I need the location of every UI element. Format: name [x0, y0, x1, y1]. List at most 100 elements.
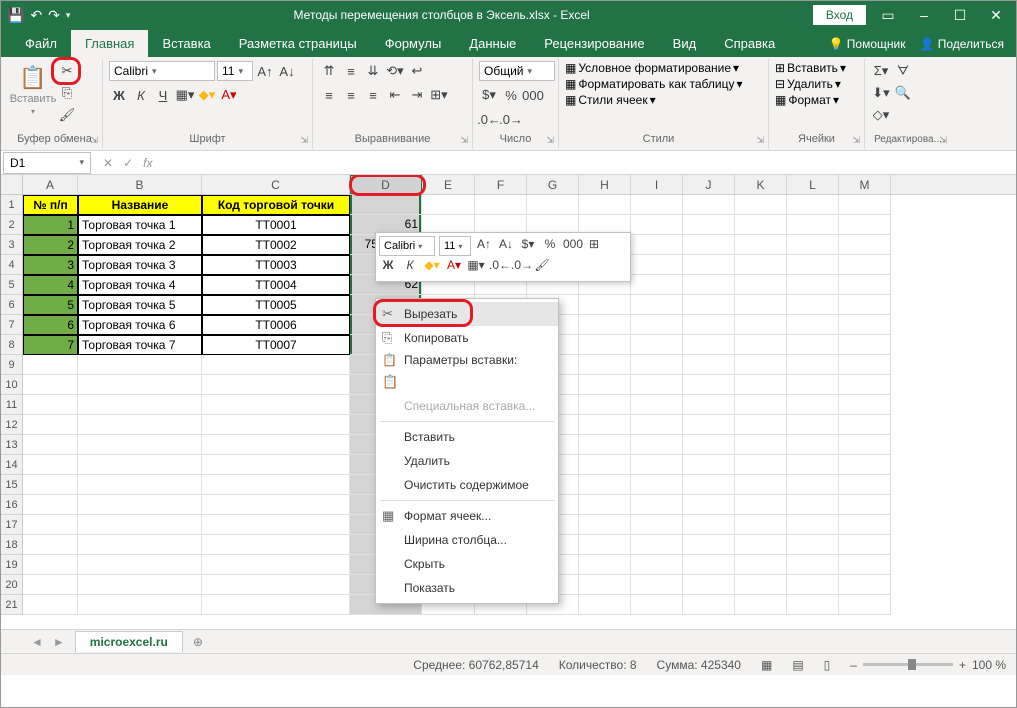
cell[interactable]: 3: [23, 255, 78, 275]
cell[interactable]: [683, 335, 735, 355]
cell[interactable]: [631, 215, 683, 235]
format-as-table-button[interactable]: ▦ Форматировать как таблицу ▾: [565, 77, 743, 91]
cell[interactable]: [23, 375, 78, 395]
delete-cells-button[interactable]: ⊟ Удалить ▾: [775, 77, 841, 91]
cell[interactable]: [839, 335, 891, 355]
mini-percent-icon[interactable]: %: [541, 237, 559, 255]
cell[interactable]: [787, 575, 839, 595]
cell[interactable]: Торговая точка 5: [78, 295, 202, 315]
cell[interactable]: [683, 195, 735, 215]
autosum-icon[interactable]: Σ▾: [871, 61, 891, 81]
cell[interactable]: [78, 515, 202, 535]
row-header[interactable]: 8: [1, 335, 23, 355]
cell[interactable]: [579, 295, 631, 315]
cell[interactable]: [631, 575, 683, 595]
tab-formulas[interactable]: Формулы: [371, 30, 456, 57]
cell[interactable]: [78, 415, 202, 435]
column-header-M[interactable]: M: [839, 175, 891, 194]
cell[interactable]: [23, 455, 78, 475]
cell[interactable]: [839, 575, 891, 595]
cell[interactable]: [202, 475, 350, 495]
cell[interactable]: [78, 455, 202, 475]
cell[interactable]: ТТ0004: [202, 275, 350, 295]
cell[interactable]: Торговая точка 2: [78, 235, 202, 255]
column-header-L[interactable]: L: [787, 175, 839, 194]
column-header-F[interactable]: F: [475, 175, 527, 194]
cell[interactable]: [787, 535, 839, 555]
ctx-clear[interactable]: Очистить содержимое: [376, 473, 558, 497]
cell[interactable]: [683, 455, 735, 475]
orientation-icon[interactable]: ⟲▾: [385, 61, 405, 81]
enter-formula-icon[interactable]: ✓: [123, 156, 133, 170]
wrap-text-icon[interactable]: ↩: [407, 61, 427, 81]
row-header[interactable]: 21: [1, 595, 23, 615]
column-header-G[interactable]: G: [527, 175, 579, 194]
cell[interactable]: [787, 415, 839, 435]
column-header-H[interactable]: H: [579, 175, 631, 194]
cell[interactable]: [23, 575, 78, 595]
cell[interactable]: [23, 595, 78, 615]
row-header[interactable]: 3: [1, 235, 23, 255]
clear-icon[interactable]: ◇▾: [871, 105, 891, 125]
mini-format-painter-icon[interactable]: 🖌: [533, 258, 551, 276]
cell[interactable]: [787, 315, 839, 335]
fill-icon[interactable]: ⬇▾: [871, 83, 891, 103]
view-normal-icon[interactable]: ▦: [761, 658, 772, 672]
cell[interactable]: [23, 515, 78, 535]
mini-decrease-font-icon[interactable]: A↓: [497, 237, 515, 255]
cell[interactable]: [683, 575, 735, 595]
cell[interactable]: [839, 535, 891, 555]
cell[interactable]: ТТ0007: [202, 335, 350, 355]
cell[interactable]: [631, 535, 683, 555]
cell[interactable]: 6: [23, 315, 78, 335]
cell[interactable]: [683, 515, 735, 535]
cell[interactable]: [839, 355, 891, 375]
ctx-show[interactable]: Показать: [376, 576, 558, 600]
cell[interactable]: [735, 355, 787, 375]
cell[interactable]: 1: [23, 215, 78, 235]
cell[interactable]: [23, 395, 78, 415]
row-header[interactable]: 16: [1, 495, 23, 515]
cell[interactable]: [579, 315, 631, 335]
cell[interactable]: [787, 435, 839, 455]
zoom-slider[interactable]: [863, 663, 953, 666]
ctx-column-width[interactable]: Ширина столбца...: [376, 528, 558, 552]
cell[interactable]: [579, 455, 631, 475]
maximize-icon[interactable]: ☐: [946, 7, 974, 24]
row-header[interactable]: 1: [1, 195, 23, 215]
cell[interactable]: [735, 535, 787, 555]
conditional-formatting-button[interactable]: ▦ Условное форматирование ▾: [565, 61, 739, 75]
cell[interactable]: [735, 575, 787, 595]
cell[interactable]: № п/п: [23, 195, 78, 215]
cell[interactable]: [683, 435, 735, 455]
bold-button[interactable]: Ж: [109, 85, 129, 105]
cell[interactable]: Торговая точка 1: [78, 215, 202, 235]
increase-decimal-icon[interactable]: .0←: [479, 109, 499, 129]
cell[interactable]: [839, 415, 891, 435]
align-left-icon[interactable]: ≡: [319, 85, 339, 105]
insert-cells-button[interactable]: ⊞ Вставить ▾: [775, 61, 846, 75]
cell[interactable]: [579, 195, 631, 215]
cell[interactable]: [23, 415, 78, 435]
merge-icon[interactable]: ⊞▾: [429, 85, 449, 105]
row-header[interactable]: 6: [1, 295, 23, 315]
cell[interactable]: [787, 595, 839, 615]
cell[interactable]: [78, 375, 202, 395]
ctx-insert[interactable]: Вставить: [376, 425, 558, 449]
sheet-nav-next-icon[interactable]: ►: [53, 635, 65, 649]
cell[interactable]: Код торговой точки: [202, 195, 350, 215]
align-middle-icon[interactable]: ≡: [341, 61, 361, 81]
cell[interactable]: [78, 475, 202, 495]
cell[interactable]: [202, 415, 350, 435]
cell[interactable]: [683, 595, 735, 615]
cell[interactable]: [787, 295, 839, 315]
cell[interactable]: [787, 395, 839, 415]
cell[interactable]: [202, 375, 350, 395]
cell[interactable]: [78, 595, 202, 615]
mini-font-color-icon[interactable]: A▾: [445, 258, 463, 276]
cell[interactable]: ТТ0006: [202, 315, 350, 335]
tab-view[interactable]: Вид: [659, 30, 711, 57]
italic-button[interactable]: К: [131, 85, 151, 105]
cell[interactable]: [839, 455, 891, 475]
ctx-paste-option[interactable]: 📋: [376, 370, 558, 394]
